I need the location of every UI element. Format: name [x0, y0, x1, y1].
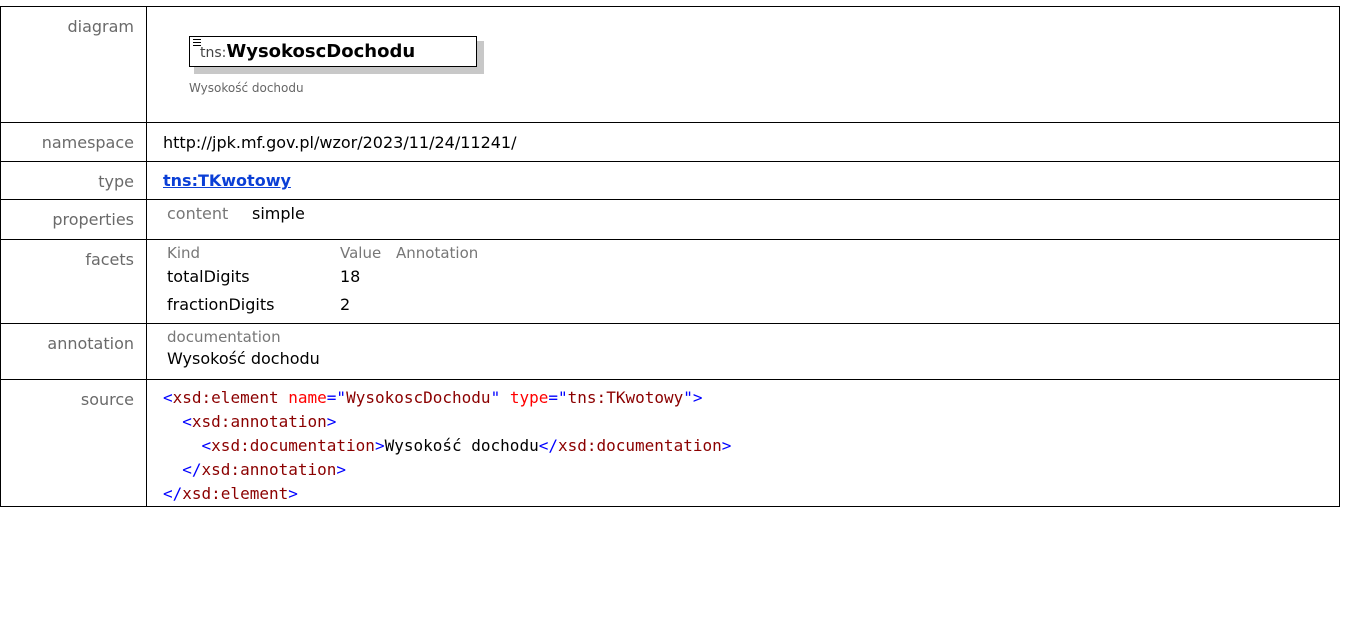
label-properties: properties	[0, 199, 147, 240]
source-attr-type: type	[509, 388, 549, 407]
row-properties: properties content simple	[0, 199, 1340, 240]
diagram-cell: tns:WysokoscDochodu Wysokość dochodu	[146, 6, 1340, 123]
source-documentation-text: Wysokość dochodu	[384, 436, 539, 455]
row-annotation: annotation documentation Wysokość dochod…	[0, 323, 1340, 380]
facets-header-kind: Kind	[167, 244, 201, 262]
facet-value: 18	[340, 267, 361, 286]
facets-header-value: Value	[340, 244, 382, 262]
row-facets: facets Kind Value Annotation totalDigits…	[0, 239, 1340, 324]
namespace-value: http://jpk.mf.gov.pl/wzor/2023/11/24/112…	[163, 133, 517, 152]
property-key: content	[167, 204, 229, 223]
facets-header-annotation: Annotation	[396, 244, 479, 262]
label-annotation: annotation	[0, 323, 147, 380]
facets-table: Kind Value Annotation totalDigits 18 fra…	[163, 244, 478, 323]
row-namespace: namespace http://jpk.mf.gov.pl/wzor/2023…	[0, 122, 1340, 162]
schema-doc-table: diagram tns:WysokoscDochodu Wysokość doc…	[0, 6, 1340, 507]
facet-kind: fractionDigits	[167, 295, 275, 314]
label-diagram: diagram	[0, 6, 147, 123]
diagram-prefix: tns:	[200, 45, 227, 61]
row-source: source <xsd:element name="WysokoscDochod…	[0, 379, 1340, 507]
facet-row: totalDigits 18	[163, 267, 478, 295]
diagram-element-name: WysokoscDochodu	[226, 41, 416, 62]
source-attr-type-value: tns:TKwotowy	[567, 388, 684, 407]
annotation-doc-label: documentation	[167, 328, 281, 346]
diagram-caption: Wysokość dochodu	[189, 81, 304, 95]
label-namespace: namespace	[0, 122, 147, 162]
annotation-doc-text: Wysokość dochodu	[167, 349, 320, 368]
facet-row: fractionDigits 2	[163, 295, 478, 323]
facet-kind: totalDigits	[167, 267, 250, 286]
source-element-close-tag: xsd:element	[182, 484, 289, 503]
row-type: type tns:TKwotowy	[0, 161, 1340, 200]
label-type: type	[0, 161, 147, 200]
facet-value: 2	[340, 295, 351, 314]
element-diagram-box[interactable]: tns:WysokoscDochodu	[189, 36, 477, 67]
source-attr-name: name	[288, 388, 327, 407]
source-code: <xsd:element name="WysokoscDochodu" type…	[163, 388, 732, 503]
type-link[interactable]: tns:TKwotowy	[163, 162, 291, 190]
facet-annotation	[396, 295, 478, 323]
source-documentation-close-tag: xsd:documentation	[557, 436, 722, 455]
source-annotation-close-tag: xsd:annotation	[201, 460, 337, 479]
source-documentation-tag: xsd:documentation	[211, 436, 375, 455]
source-attr-name-value: WysokoscDochodu	[346, 388, 491, 407]
row-diagram: diagram tns:WysokoscDochodu Wysokość doc…	[0, 6, 1340, 123]
label-source: source	[0, 379, 147, 507]
facet-annotation	[396, 267, 478, 295]
source-annotation-tag: xsd:annotation	[191, 412, 327, 431]
source-element-tag: xsd:element	[172, 388, 279, 407]
label-facets: facets	[0, 239, 147, 324]
property-value: simple	[252, 204, 305, 223]
